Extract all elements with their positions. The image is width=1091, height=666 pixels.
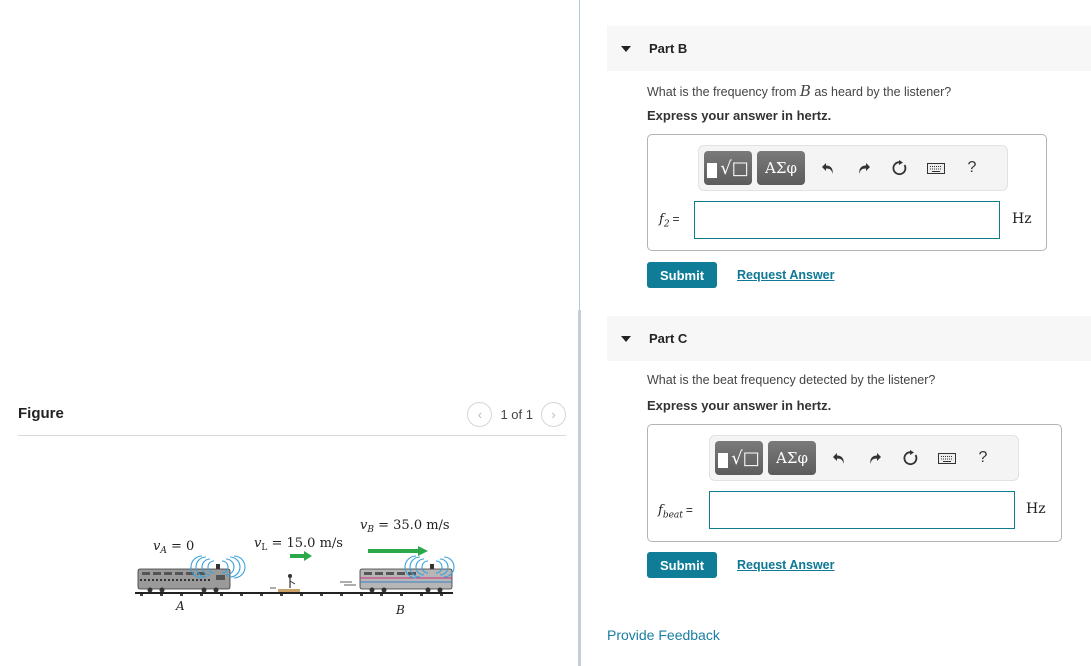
part-c-header[interactable]: Part C: [607, 316, 1091, 361]
label-vA: vA = 0: [153, 539, 194, 556]
part-b-answer-input[interactable]: [694, 201, 1000, 239]
figure-header: Figure ‹ 1 of 1 ›: [18, 402, 566, 436]
part-c-answer-input[interactable]: [709, 491, 1015, 529]
undo-button[interactable]: [810, 161, 846, 175]
reset-icon: [892, 160, 907, 176]
label-train-a: A: [175, 599, 185, 613]
track: [135, 592, 453, 594]
prev-figure-button[interactable]: ‹: [467, 402, 493, 427]
part-c-question: What is the beat frequency detected by t…: [647, 373, 936, 387]
redo-button[interactable]: [846, 161, 882, 175]
help-button[interactable]: ?: [954, 159, 990, 177]
part-c-title: Part C: [649, 331, 688, 346]
keyboard-icon: [927, 162, 945, 174]
part-b-toolbar: √□ ΑΣφ ?: [698, 145, 1008, 191]
redo-icon: [870, 453, 881, 464]
track-ties: [140, 594, 443, 596]
label-train-b: B: [395, 603, 405, 617]
help-icon: ?: [967, 159, 977, 176]
caret-down-icon: [621, 335, 631, 342]
provide-feedback-link[interactable]: Provide Feedback: [607, 627, 720, 643]
scrollbar[interactable]: [578, 310, 581, 666]
chevron-right-icon: ›: [551, 407, 556, 422]
reset-button[interactable]: [893, 450, 929, 466]
part-b-variable-label: f2 =: [659, 212, 680, 230]
part-b-request-answer-link[interactable]: Request Answer: [737, 268, 834, 282]
redo-icon: [859, 163, 870, 174]
templates-icon: [718, 452, 729, 468]
undo-icon: [833, 453, 844, 464]
templates-button[interactable]: √□: [704, 151, 752, 185]
part-b-question: What is the frequency from B as heard by…: [647, 82, 952, 100]
part-c-request-answer-link[interactable]: Request Answer: [737, 558, 834, 572]
reset-icon: [903, 450, 918, 466]
caret-down-icon: [621, 45, 631, 52]
figure-pager: ‹ 1 of 1 ›: [467, 402, 566, 427]
part-b-title: Part B: [649, 41, 688, 56]
help-button[interactable]: ?: [965, 449, 1001, 467]
part-b-instruction: Express your answer in hertz.: [647, 108, 832, 123]
redo-button[interactable]: [857, 451, 893, 465]
undo-icon: [822, 163, 833, 174]
chevron-left-icon: ‹: [477, 407, 483, 422]
part-c-variable-label: fbeat =: [658, 503, 693, 521]
part-c-submit-button[interactable]: Submit: [647, 552, 717, 578]
train-figure: vA = 0 vL = 15.0 m/s vB = 35.0 m/s A B: [135, 518, 455, 617]
part-b-header[interactable]: Part B: [607, 26, 1091, 71]
label-vL: vL = 15.0 m/s: [254, 536, 343, 553]
templates-icon: [707, 162, 718, 178]
next-figure-button[interactable]: ›: [541, 402, 566, 427]
train-b: [340, 546, 455, 593]
figure-pane: Figure ‹ 1 of 1 › vA = 0 vL = 15.0 m/s v…: [0, 0, 580, 666]
greek-symbols-button[interactable]: ΑΣφ: [757, 151, 805, 185]
templates-button[interactable]: √□: [715, 441, 763, 475]
listener: [270, 551, 312, 592]
undo-button[interactable]: [821, 451, 857, 465]
part-c-instruction: Express your answer in hertz.: [647, 398, 832, 413]
label-vB: vB = 35.0 m/s: [360, 518, 450, 535]
part-c-unit: Hz: [1026, 501, 1046, 517]
part-b-submit-button[interactable]: Submit: [647, 262, 717, 288]
reset-button[interactable]: [882, 160, 918, 176]
greek-symbols-button[interactable]: ΑΣφ: [768, 441, 816, 475]
part-b-unit: Hz: [1012, 211, 1032, 227]
figure-title: Figure: [18, 405, 64, 422]
keyboard-button[interactable]: [918, 162, 954, 174]
help-icon: ?: [978, 449, 988, 466]
keyboard-icon: [938, 452, 956, 464]
part-c-toolbar: √□ ΑΣφ ?: [709, 435, 1019, 481]
pager-text: 1 of 1: [500, 407, 533, 422]
keyboard-button[interactable]: [929, 452, 965, 464]
train-a: [137, 555, 246, 593]
